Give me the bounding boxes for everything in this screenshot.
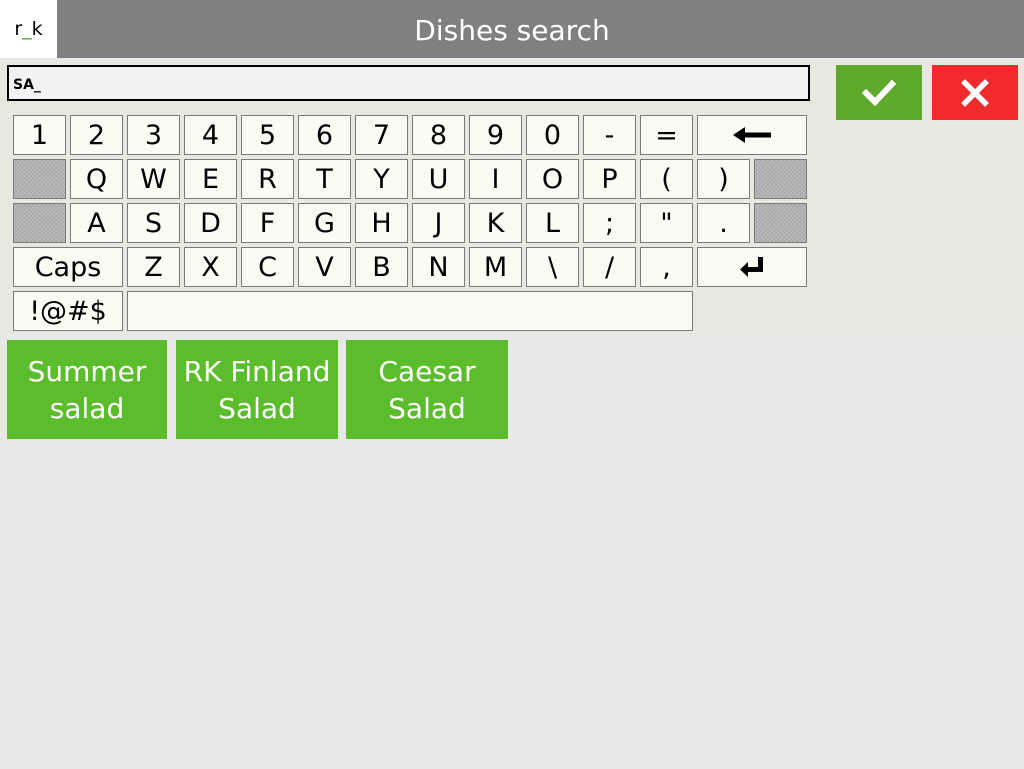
key-t[interactable]: T bbox=[298, 159, 351, 199]
key-p[interactable]: P bbox=[583, 159, 636, 199]
caps-key[interactable]: Caps bbox=[13, 247, 123, 287]
key-b[interactable]: B bbox=[355, 247, 408, 287]
key-o[interactable]: O bbox=[526, 159, 579, 199]
key-e[interactable]: E bbox=[184, 159, 237, 199]
cancel-button[interactable] bbox=[932, 65, 1018, 120]
key-quote[interactable]: " bbox=[640, 203, 693, 243]
page-title: Dishes search bbox=[414, 14, 610, 47]
key-d[interactable]: D bbox=[184, 203, 237, 243]
key-v[interactable]: V bbox=[298, 247, 351, 287]
key-backslash[interactable]: \ bbox=[526, 247, 579, 287]
key-x[interactable]: X bbox=[184, 247, 237, 287]
key-2[interactable]: 2 bbox=[70, 115, 123, 155]
space-key[interactable] bbox=[127, 291, 693, 331]
backspace-key[interactable] bbox=[697, 115, 807, 155]
key-g[interactable]: G bbox=[298, 203, 351, 243]
key-equals[interactable]: = bbox=[640, 115, 693, 155]
blank-key bbox=[754, 203, 807, 243]
key-3[interactable]: 3 bbox=[127, 115, 180, 155]
key-0[interactable]: 0 bbox=[526, 115, 579, 155]
key-l[interactable]: L bbox=[526, 203, 579, 243]
dish-button[interactable]: RK Finland Salad bbox=[176, 340, 338, 439]
key-m[interactable]: M bbox=[469, 247, 522, 287]
key-close-paren[interactable]: ) bbox=[697, 159, 750, 199]
key-z[interactable]: Z bbox=[127, 247, 180, 287]
key-6[interactable]: 6 bbox=[298, 115, 351, 155]
key-k[interactable]: K bbox=[469, 203, 522, 243]
key-slash[interactable]: / bbox=[583, 247, 636, 287]
cross-icon bbox=[961, 78, 989, 107]
key-u[interactable]: U bbox=[412, 159, 465, 199]
key-a[interactable]: A bbox=[70, 203, 123, 243]
checkmark-icon bbox=[862, 79, 896, 106]
key-semicolon[interactable]: ; bbox=[583, 203, 636, 243]
enter-arrow-icon bbox=[740, 257, 763, 277]
key-4[interactable]: 4 bbox=[184, 115, 237, 155]
key-i[interactable]: I bbox=[469, 159, 522, 199]
key-5[interactable]: 5 bbox=[241, 115, 294, 155]
key-h[interactable]: H bbox=[355, 203, 408, 243]
key-f[interactable]: F bbox=[241, 203, 294, 243]
key-comma[interactable]: , bbox=[640, 247, 693, 287]
key-9[interactable]: 9 bbox=[469, 115, 522, 155]
blank-key bbox=[13, 159, 66, 199]
key-j[interactable]: J bbox=[412, 203, 465, 243]
key-n[interactable]: N bbox=[412, 247, 465, 287]
dish-button[interactable]: Summer salad bbox=[7, 340, 167, 439]
key-minus[interactable]: - bbox=[583, 115, 636, 155]
blank-key bbox=[754, 159, 807, 199]
key-period[interactable]: . bbox=[697, 203, 750, 243]
confirm-button[interactable] bbox=[836, 65, 922, 120]
key-8[interactable]: 8 bbox=[412, 115, 465, 155]
key-s[interactable]: S bbox=[127, 203, 180, 243]
dish-button[interactable]: Caesar Salad bbox=[346, 340, 508, 439]
key-open-paren[interactable]: ( bbox=[640, 159, 693, 199]
key-w[interactable]: W bbox=[127, 159, 180, 199]
key-1[interactable]: 1 bbox=[13, 115, 66, 155]
key-r[interactable]: R bbox=[241, 159, 294, 199]
symbols-key[interactable]: !@#$ bbox=[13, 291, 123, 331]
key-c[interactable]: C bbox=[241, 247, 294, 287]
key-y[interactable]: Y bbox=[355, 159, 408, 199]
enter-key[interactable] bbox=[697, 247, 807, 287]
blank-key bbox=[13, 203, 66, 243]
key-7[interactable]: 7 bbox=[355, 115, 408, 155]
key-q[interactable]: Q bbox=[70, 159, 123, 199]
backspace-arrow-icon bbox=[733, 127, 771, 143]
search-input[interactable]: SA_ bbox=[7, 65, 810, 101]
